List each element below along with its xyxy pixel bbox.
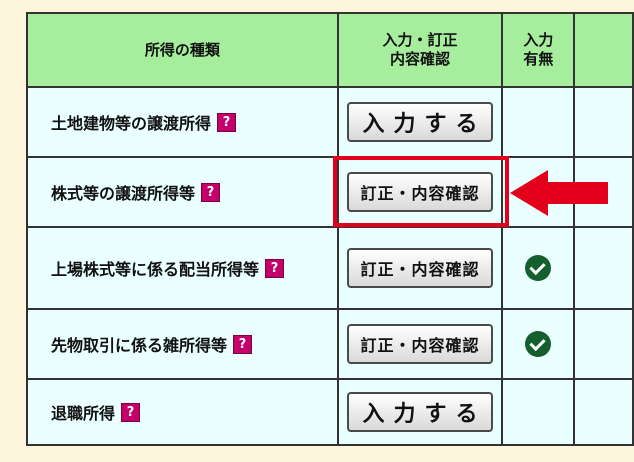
row-extra-cell	[573, 226, 634, 310]
checkmark-icon	[525, 331, 552, 357]
row-status-cell	[501, 86, 576, 158]
input-button[interactable]: 入力する	[347, 392, 494, 432]
row-extra-cell	[573, 86, 634, 158]
table-row: 先物取引に係る雑所得等? 訂正・内容確認	[26, 308, 634, 380]
header-income-type: 所得の種類	[26, 12, 339, 88]
red-arrow-left-icon	[510, 170, 608, 216]
row-label: 退職所得	[51, 404, 116, 423]
checkmark-icon	[525, 255, 552, 281]
row-label-cell: 退職所得?	[26, 378, 339, 446]
row-extra-cell	[573, 308, 634, 380]
row-extra-cell	[573, 378, 634, 446]
row-label-cell: 上場株式等に係る配当所得等?	[26, 226, 339, 310]
table-row: 上場株式等に係る配当所得等? 訂正・内容確認	[26, 226, 634, 310]
row-label-cell: 土地建物等の譲渡所得?	[26, 86, 339, 158]
row-label-cell: 株式等の譲渡所得等?	[26, 156, 339, 228]
help-icon[interactable]: ?	[233, 334, 253, 354]
input-button[interactable]: 入力する	[347, 102, 494, 142]
header-input-status: 入力 有無	[501, 12, 576, 88]
help-icon[interactable]: ?	[217, 112, 237, 132]
correct-confirm-button[interactable]: 訂正・内容確認	[347, 324, 494, 364]
row-label: 土地建物等の譲渡所得	[51, 114, 212, 133]
table-header-row: 所得の種類 入力・訂正 内容確認 入力 有無	[26, 12, 634, 88]
header-extra	[573, 12, 634, 88]
table-row: 退職所得? 入力する	[26, 378, 634, 446]
correct-confirm-button[interactable]: 訂正・内容確認	[347, 248, 494, 288]
row-status-cell	[501, 308, 576, 380]
row-label: 先物取引に係る雑所得等	[51, 336, 228, 355]
help-icon[interactable]: ?	[265, 258, 285, 278]
row-label: 株式等の譲渡所得等	[51, 184, 196, 203]
row-button-cell: 訂正・内容確認	[336, 308, 504, 380]
row-label: 上場株式等に係る配当所得等	[51, 260, 260, 279]
help-icon[interactable]: ?	[201, 182, 221, 202]
table-row: 土地建物等の譲渡所得? 入力する	[26, 86, 634, 158]
income-type-table: 所得の種類 入力・訂正 内容確認 入力 有無 土地建物等の譲渡所得? 入力する 株式…	[26, 12, 634, 446]
help-icon[interactable]: ?	[121, 402, 141, 422]
row-button-cell: 入力する	[336, 86, 504, 158]
row-button-cell: 訂正・内容確認	[336, 226, 504, 310]
highlight-box	[333, 156, 509, 227]
row-status-cell	[501, 226, 576, 310]
row-status-cell	[501, 378, 576, 446]
row-button-cell: 入力する	[336, 378, 504, 446]
header-input-confirm: 入力・訂正 内容確認	[336, 12, 504, 88]
row-label-cell: 先物取引に係る雑所得等?	[26, 308, 339, 380]
